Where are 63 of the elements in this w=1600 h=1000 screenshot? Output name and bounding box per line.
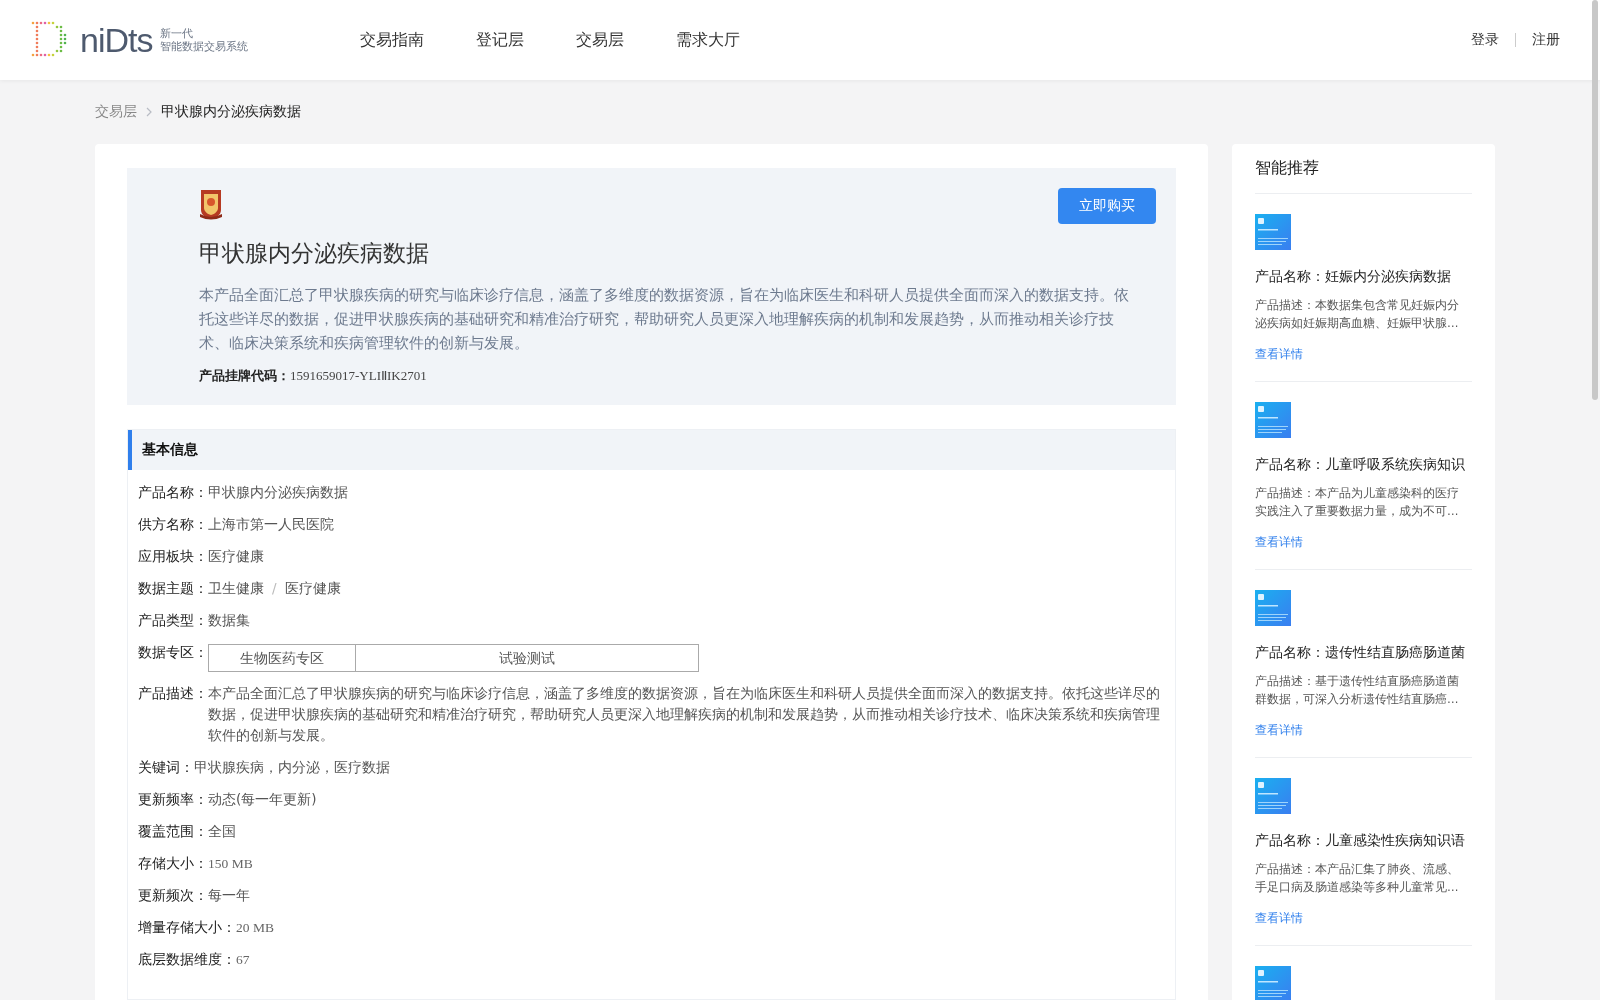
field-value: 每一年 [208, 886, 250, 905]
field-label: 产品描述： [138, 684, 208, 703]
field-value: 20 MB [236, 919, 274, 937]
details-link[interactable]: 查看详情 [1255, 534, 1303, 551]
field-label: 覆盖范围： [138, 822, 208, 841]
buy-button[interactable]: 立即购买 [1058, 188, 1156, 224]
details-link[interactable]: 查看详情 [1255, 722, 1303, 739]
breadcrumb-current: 甲状腺内分泌疾病数据 [161, 103, 301, 121]
register-link[interactable]: 注册 [1532, 31, 1560, 49]
section-title: 基本信息 [142, 441, 198, 459]
logo-text: niDts [80, 20, 153, 60]
chevron-icon [145, 106, 153, 118]
product-description: 产品描述：本数据集包含常见妊娠内分泌疾病如妊娠期高血糖、妊娠甲状腺… [1255, 297, 1460, 332]
field-value: 全国 [208, 822, 236, 841]
path-separator: / [272, 579, 277, 598]
field-value: 150 MB [208, 855, 253, 873]
field-value: 卫生健康 [208, 579, 264, 598]
details-link[interactable]: 查看详情 [1255, 910, 1303, 927]
field-value: 数据集 [208, 611, 250, 630]
login-link[interactable]: 登录 [1471, 31, 1499, 49]
field-label: 供方名称： [138, 515, 208, 534]
product-title: 甲状腺内分泌疾病数据 [199, 239, 430, 268]
nav-link[interactable]: 登记层 [476, 29, 524, 51]
product-summary: 本产品全面汇总了甲状腺疾病的研究与临床诊疗信息，涵盖了多维度的数据资源，旨在为临床医生和科研人员提供全面而深入的数据支持。依托这些详尽的数据，促进甲状腺疾病的基础研究和精准治疗研究，帮助研究人员更深入地理解疾病的机制和发展趋势，从而推动相关诊疗技术、临床决策系统和疾病管理软件的创新与发展。 [199, 285, 1129, 354]
field-value: 医疗健康 [284, 579, 341, 598]
code-label: 产品挂牌代码： [199, 367, 290, 385]
product-code: 1591659017-YLIⅡIK2701 [290, 368, 427, 384]
field-label: 数据专区： [138, 643, 208, 662]
details-link[interactable]: 查看详情 [1255, 346, 1303, 363]
product-description: 产品描述：本产品为儿童感染科的医疗实践注入了重要数据力量，成为不可… [1255, 485, 1460, 520]
product-name: 产品名称：儿童感染性疾病知识语 [1255, 832, 1466, 850]
field-value: 甲状腺内分泌疾病数据 [208, 483, 348, 502]
product-name: 产品名称：妊娠内分泌疾病数据 [1255, 268, 1452, 286]
field-label: 存储大小： [138, 854, 208, 873]
field-label: 产品类型： [138, 611, 208, 630]
recommendation-heading: 智能推荐 [1255, 158, 1472, 194]
field-label: 增量存储大小： [138, 918, 236, 937]
product-description: 产品描述：本产品汇集了肺炎、流感、手足口病及肠道感染等多种儿童常见… [1255, 861, 1460, 896]
field-label: 更新频率： [138, 790, 208, 809]
field-value: 本产品全面汇总了甲状腺疾病的研究与临床诊疗信息，涵盖了多维度的数据资源，旨在为临床医生和科研人员提供全面而深入的数据支持。依托这些详尽的数据，促进甲状腺疾病的基础研究和精准治疗研究，帮助研究人员更深入地理解疾病的机制和发展趋势，从而推动相关诊疗技术、临床决策系统和疾病管理软件的创新与发展。 [208, 684, 1161, 745]
nav-link[interactable]: 需求大厅 [676, 29, 740, 51]
table-cell-text: 试验测试 [498, 648, 556, 668]
logo-tagline: 新一代 [160, 27, 195, 40]
product-description: 产品描述：基于遗传性结直肠癌肠道菌群数据，可深入分析遗传性结直肠癌… [1255, 673, 1460, 708]
field-label: 产品名称： [138, 483, 208, 502]
product-name: 产品名称：遗传性结直肠癌肠道菌 [1255, 644, 1466, 662]
nav-link[interactable]: 交易指南 [360, 29, 424, 51]
field-label: 数据主题： [138, 579, 208, 598]
field-label: 关键词： [138, 758, 194, 777]
field-label: 底层数据维度： [138, 950, 236, 969]
table-cell: 生物医药专区 [209, 645, 356, 671]
field-value: 医疗健康 [208, 547, 264, 566]
logo-tagline: 智能数据交易系统 [160, 40, 249, 53]
product-name: 产品名称：儿童呼吸系统疾病知识 [1255, 456, 1466, 474]
field-label: 应用板块： [138, 547, 208, 566]
field-value: 上海市第一人民医院 [208, 515, 334, 534]
field-value: 动态(每一年更新) [208, 790, 317, 809]
field-label: 更新频次： [138, 886, 208, 905]
emblem-icon [199, 188, 223, 220]
field-value: 67 [236, 951, 250, 969]
scrollbar[interactable] [1592, 0, 1598, 400]
field-value: 甲状腺疾病，内分泌，医疗数据 [194, 758, 390, 777]
nav-link[interactable]: 交易层 [576, 29, 624, 51]
